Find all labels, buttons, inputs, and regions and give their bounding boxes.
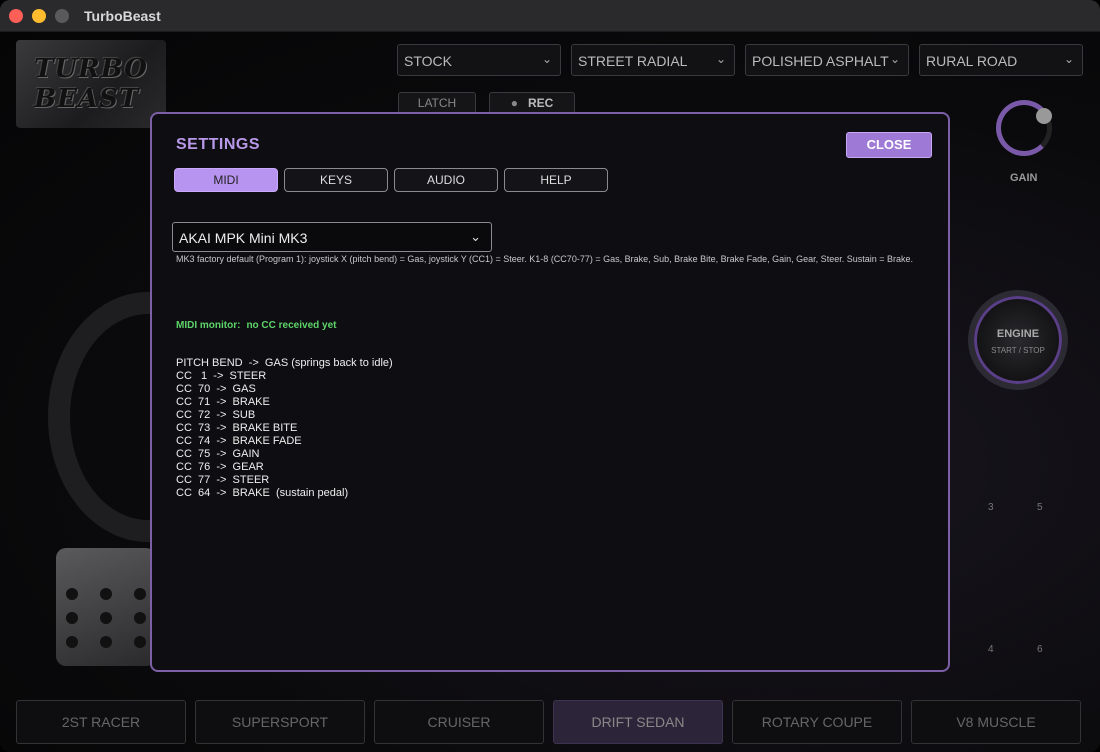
settings-dialog: SETTINGS CLOSE MIDI KEYS AUDIO HELP AKAI… — [150, 112, 950, 672]
car-button-cruiser[interactable]: CRUISER — [374, 700, 544, 744]
midi-device-value: AKAI MPK Mini MK3 — [179, 230, 308, 246]
title-bar: TurboBeast — [0, 0, 1100, 32]
surface-select[interactable]: POLISHED ASPHALT ⌄ — [745, 44, 909, 76]
gear-number: 6 — [1037, 644, 1043, 655]
midi-monitor-value: no CC received yet — [246, 320, 337, 331]
pedal-hole — [134, 636, 146, 648]
window-zoom-button[interactable] — [55, 9, 69, 23]
engine-label: ENGINE — [996, 328, 1040, 340]
gain-label: GAIN — [1010, 172, 1038, 184]
chevron-down-icon: ⌄ — [715, 52, 726, 66]
car-button-2st-racer[interactable]: 2ST RACER — [16, 700, 186, 744]
window-close-button[interactable] — [9, 9, 23, 23]
midi-monitor-label: MIDI monitor: — [176, 320, 241, 331]
pedal-hole — [66, 636, 78, 648]
turbobeast-logo: TURBO BEAST — [16, 40, 166, 128]
mapping-row: CC 72 -> SUB — [176, 409, 256, 421]
rec-button[interactable]: ● REC — [489, 92, 575, 114]
chevron-down-icon: ⌄ — [470, 229, 481, 244]
engine-select-value: STOCK — [404, 53, 452, 69]
device-note: MK3 factory default (Program 1): joystic… — [176, 254, 913, 264]
car-button-v8-muscle[interactable]: V8 MUSCLE — [911, 700, 1081, 744]
record-dot-icon: ● — [510, 96, 518, 110]
mapping-row: CC 1 -> STEER — [176, 370, 267, 382]
mapping-row: CC 76 -> GEAR — [176, 461, 264, 473]
rec-label: REC — [527, 96, 554, 110]
app-window: TurboBeast TURBO BEAST STOCK ⌄ STREET RAD… — [0, 0, 1100, 752]
car-button-supersport[interactable]: SUPERSPORT — [195, 700, 365, 744]
pedal[interactable] — [56, 548, 156, 666]
gain-knob-indicator — [1036, 108, 1052, 124]
close-button[interactable]: CLOSE — [846, 132, 932, 158]
pedal-hole — [100, 588, 112, 600]
road-select-value: RURAL ROAD — [926, 53, 1018, 69]
pedal-hole — [134, 612, 146, 624]
car-button-drift-sedan[interactable]: DRIFT SEDAN — [553, 700, 723, 744]
midi-monitor: MIDI monitor: no CC received yet — [176, 320, 336, 331]
mapping-row: CC 73 -> BRAKE BITE — [176, 422, 298, 434]
mapping-row: CC 64 -> BRAKE (sustain pedal) — [176, 487, 349, 499]
pedal-hole — [100, 636, 112, 648]
tab-keys[interactable]: KEYS — [284, 168, 388, 192]
settings-title: SETTINGS — [176, 136, 261, 153]
mapping-row: CC 71 -> BRAKE — [176, 396, 270, 408]
tire-select-value: STREET RADIAL — [578, 53, 688, 69]
mapping-row: CC 77 -> STEER — [176, 474, 270, 486]
mapping-row: CC 74 -> BRAKE FADE — [176, 435, 302, 447]
chevron-down-icon: ⌄ — [1063, 52, 1074, 66]
chevron-down-icon: ⌄ — [541, 52, 552, 66]
pedal-hole — [100, 612, 112, 624]
tab-midi[interactable]: MIDI — [174, 168, 278, 192]
mapping-row: CC 75 -> GAIN — [176, 448, 260, 460]
tab-audio[interactable]: AUDIO — [394, 168, 498, 192]
surface-select-value: POLISHED ASPHALT — [752, 53, 889, 69]
car-button-rotary-coupe[interactable]: ROTARY COUPE — [732, 700, 902, 744]
engine-select[interactable]: STOCK ⌄ — [397, 44, 561, 76]
gear-number: 4 — [988, 644, 994, 655]
midi-mapping-list: PITCH BEND -> GAS (springs back to idle)… — [176, 357, 393, 500]
mapping-row: PITCH BEND -> GAS (springs back to idle) — [176, 357, 393, 369]
gear-number: 3 — [988, 502, 994, 513]
window-title: TurboBeast — [84, 8, 161, 24]
pedal-hole — [66, 588, 78, 600]
latch-button[interactable]: LATCH — [398, 92, 476, 114]
road-select[interactable]: RURAL ROAD ⌄ — [919, 44, 1083, 76]
mapping-row: CC 70 -> GAS — [176, 383, 256, 395]
car-selector-bar: 2ST RACER SUPERSPORT CRUISER DRIFT SEDAN… — [0, 698, 1100, 752]
tab-help[interactable]: HELP — [504, 168, 608, 192]
chevron-down-icon: ⌄ — [889, 52, 900, 66]
tire-select[interactable]: STREET RADIAL ⌄ — [571, 44, 735, 76]
pedal-hole — [134, 588, 146, 600]
pedal-hole — [66, 612, 78, 624]
midi-device-select[interactable]: AKAI MPK Mini MK3 ⌄ — [172, 222, 492, 252]
window-minimize-button[interactable] — [32, 9, 46, 23]
engine-sublabel: START / STOP — [991, 346, 1045, 355]
gear-number: 5 — [1037, 502, 1043, 513]
engine-start-stop-button[interactable]: ENGINE START / STOP — [968, 290, 1068, 390]
